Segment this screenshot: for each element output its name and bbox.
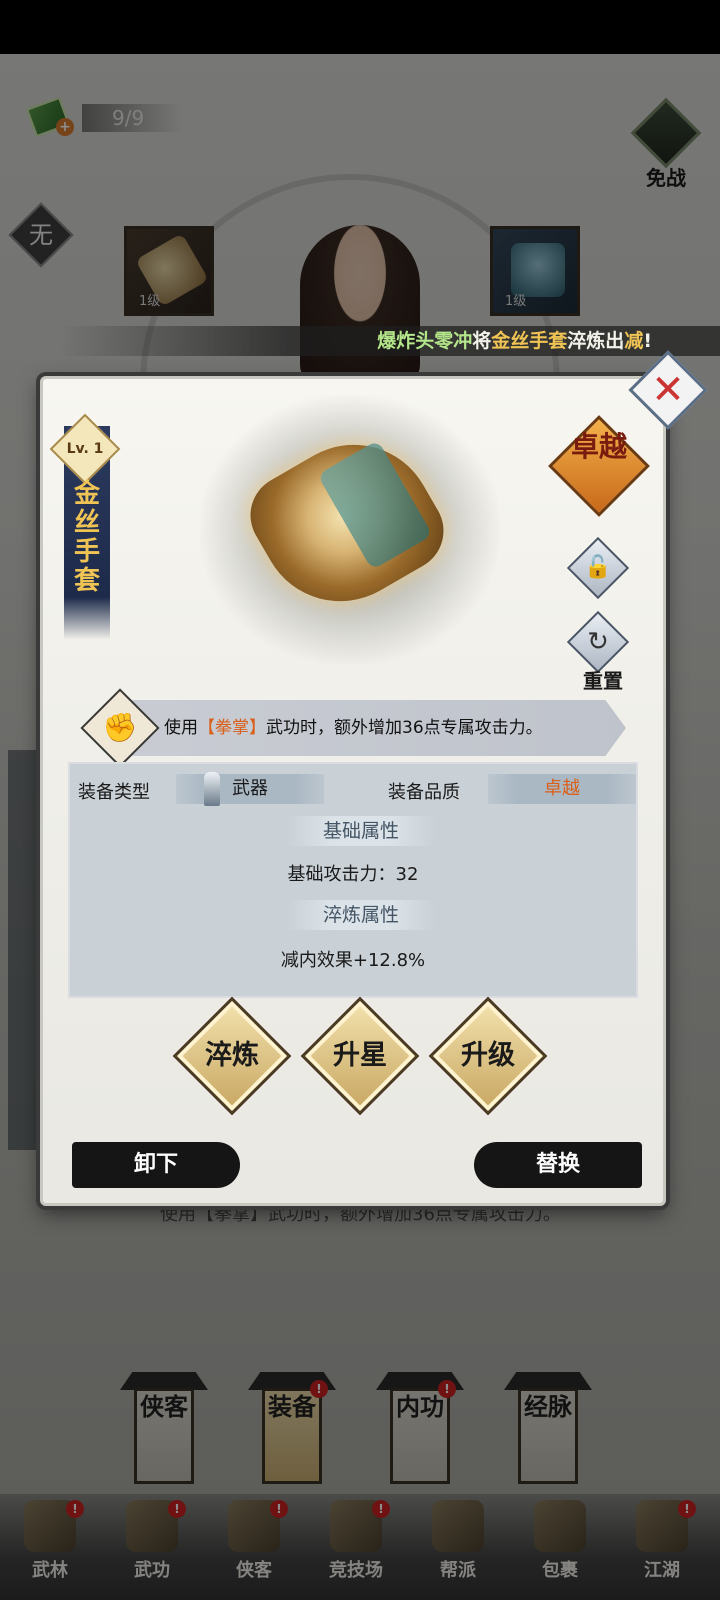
- upgrade-button-label[interactable]: 升级: [438, 1036, 538, 1076]
- skill-suffix: 武功时，额外增加36点专属攻击力。: [266, 718, 543, 738]
- sword-icon: [204, 772, 220, 806]
- equip-type-label: 装备类型: [78, 782, 150, 803]
- lock-icon[interactable]: 🔓: [576, 546, 620, 590]
- refine-stat: 减内效果+12.8%: [280, 950, 426, 971]
- equip-quality-label: 装备品质: [388, 782, 460, 803]
- equip-type-value: 武器: [176, 774, 324, 804]
- star-up-button-label[interactable]: 升星: [310, 1036, 410, 1076]
- broadcast-attr: 减: [624, 330, 644, 352]
- base-attributes-title: 基础属性: [286, 816, 436, 846]
- refine-button-label[interactable]: 淬炼: [182, 1036, 282, 1076]
- broadcast-text: 淬炼出: [567, 330, 625, 352]
- close-icon[interactable]: ✕: [640, 362, 696, 418]
- equip-quality-value: 卓越: [488, 774, 636, 804]
- base-attack-stat: 基础攻击力：32: [287, 864, 419, 885]
- replace-button[interactable]: 替换: [474, 1142, 642, 1188]
- broadcast-text: 将: [472, 330, 492, 352]
- refine-attributes-title: 淬炼属性: [286, 900, 436, 930]
- skill-bonus-text: 使用【拳掌】武功时，额外增加36点专属攻击力。: [164, 700, 604, 756]
- broadcast-end: !: [643, 330, 652, 352]
- broadcast-item: 金丝手套: [491, 330, 568, 352]
- reset-label[interactable]: 重置: [578, 665, 628, 694]
- refresh-icon[interactable]: ↻: [576, 620, 620, 664]
- unequip-button[interactable]: 卸下: [72, 1142, 240, 1188]
- broadcast-player: 爆炸头零冲: [377, 330, 473, 352]
- broadcast-ticker: 爆炸头零冲将金丝手套淬炼出减!: [60, 326, 720, 356]
- skill-name: 【拳掌】: [198, 718, 266, 738]
- quality-badge-label: 卓越: [570, 430, 627, 463]
- skill-prefix: 使用: [164, 718, 198, 738]
- fist-icon: ✊: [102, 711, 138, 744]
- item-name: 金丝手套: [73, 479, 100, 596]
- item-level: Lv. 1: [66, 441, 104, 457]
